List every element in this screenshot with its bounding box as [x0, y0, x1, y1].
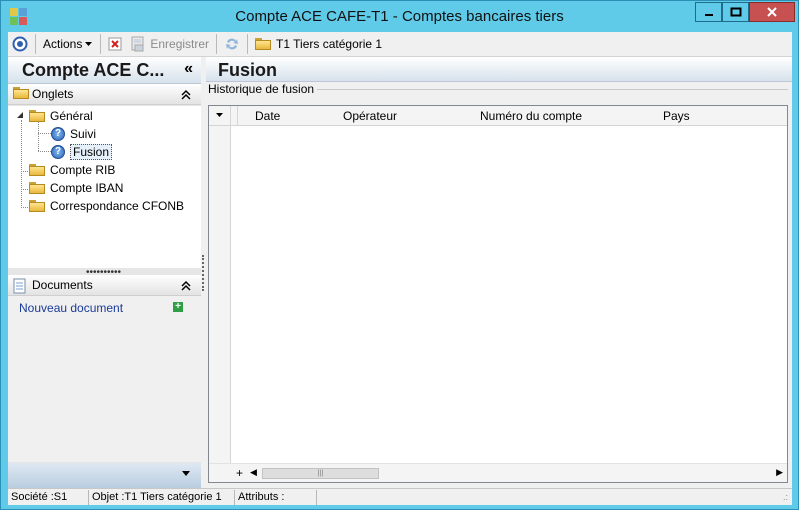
column-header-numero-compte[interactable]: Numéro du compte	[480, 109, 582, 123]
actions-menu-button[interactable]: Actions	[39, 34, 97, 55]
toolbar-separator	[216, 34, 218, 54]
refresh-button[interactable]	[220, 34, 244, 55]
chevron-down-icon[interactable]	[181, 470, 191, 478]
toolbar-separator	[247, 34, 249, 54]
status-object: Objet :T1 Tiers catégorie 1	[89, 489, 235, 505]
column-header-operateur[interactable]: Opérateur	[343, 109, 397, 123]
app-window: Compte ACE CAFE-T1 - Comptes bancaires t…	[0, 0, 799, 510]
group-divider	[316, 89, 788, 90]
horizontal-scrollbar[interactable]: + ◀ ||| ▶	[209, 463, 787, 482]
save-label: Enregistrer	[150, 37, 210, 51]
folder-icon	[29, 163, 45, 176]
tree-item-label: Fusion	[70, 143, 113, 160]
main-panel: Fusion Historique de fusion Date Opérate…	[206, 57, 792, 488]
tree-item-label: Compte IBAN	[50, 180, 124, 195]
help-icon: ?	[51, 126, 65, 141]
delete-button[interactable]	[104, 34, 126, 55]
save-icon	[131, 36, 144, 52]
maximize-button[interactable]	[722, 2, 749, 22]
documents-area: Nouveau document +	[8, 296, 201, 462]
document-icon	[13, 278, 26, 294]
column-header-pays[interactable]: Pays	[663, 109, 690, 123]
refresh-icon	[226, 38, 239, 50]
add-document-icon[interactable]: +	[173, 302, 183, 312]
documents-section-label: Documents	[32, 278, 93, 292]
tree-item-suivi[interactable]: ? Suivi	[51, 125, 96, 142]
status-bar: Société :S1 Objet :T1 Tiers catégorie 1 …	[8, 488, 792, 505]
left-panel-footer	[8, 463, 201, 488]
status-company: Société :S1	[8, 489, 89, 505]
chevron-up-icon	[181, 280, 191, 291]
scroll-right-icon[interactable]: ▶	[776, 467, 783, 478]
save-button[interactable]: Enregistrer	[126, 34, 213, 55]
tree-item-label: Compte RIB	[50, 162, 116, 177]
resize-grip-icon[interactable]: .:	[783, 492, 788, 502]
grid-header: Date Opérateur Numéro du compte Pays	[209, 106, 787, 126]
tabs-section-header[interactable]: Onglets	[8, 84, 201, 105]
minimize-icon	[704, 14, 713, 16]
delete-icon	[108, 37, 122, 51]
tree-item-general[interactable]: Général	[29, 107, 93, 124]
main-panel-header: Fusion	[206, 57, 792, 82]
chevron-up-icon	[181, 89, 191, 100]
close-button[interactable]	[749, 2, 795, 22]
row-selector-header	[231, 106, 238, 126]
tree-item-label: Suivi	[70, 126, 97, 141]
left-panel-header: Compte ACE C... «	[8, 57, 201, 84]
title-bar: Compte ACE CAFE-T1 - Comptes bancaires t…	[1, 1, 798, 32]
scroll-left-icon[interactable]: ◀	[250, 467, 257, 478]
close-icon	[767, 7, 777, 17]
toolbar-separator	[35, 34, 36, 54]
history-grid: Date Opérateur Numéro du compte Pays + ◀…	[208, 105, 788, 483]
documents-section-header[interactable]: Documents	[8, 275, 201, 296]
group-label: Historique de fusion	[208, 82, 318, 96]
add-row-icon[interactable]: +	[236, 466, 243, 480]
folder-icon	[29, 181, 45, 194]
tree-item-label: Général	[50, 108, 93, 123]
client-area: Compte ACE C... « Onglets Général ? Suiv…	[8, 57, 792, 488]
dropdown-arrow-icon	[85, 42, 93, 46]
category-label: T1 Tiers catégorie 1	[276, 37, 383, 51]
minimize-button[interactable]	[695, 2, 722, 22]
window-title: Compte ACE CAFE-T1 - Comptes bancaires t…	[235, 8, 564, 25]
expand-toggle-icon[interactable]	[16, 111, 24, 119]
tree-item-compte-rib[interactable]: Compte RIB	[29, 161, 115, 178]
new-document-link[interactable]: Nouveau document	[19, 301, 123, 315]
scroll-track[interactable]: |||	[262, 468, 774, 479]
page-title: Fusion	[218, 60, 277, 80]
status-attributes: Attributs :	[235, 489, 317, 505]
dropdown-arrow-icon	[216, 113, 223, 117]
folder-icon	[29, 199, 45, 212]
tabs-section-label: Onglets	[32, 87, 74, 101]
toolbar-separator	[100, 34, 102, 54]
tree-item-label: Correspondance CFONB	[50, 198, 185, 213]
navigation-button[interactable]	[8, 34, 32, 55]
left-panel-title: Compte ACE C...	[22, 60, 165, 80]
collapse-panel-button[interactable]: «	[184, 60, 193, 78]
grid-row-gutter	[209, 126, 231, 463]
tree-item-fusion[interactable]: ? Fusion	[51, 143, 113, 160]
folder-icon	[255, 38, 272, 50]
grid-menu-button[interactable]	[209, 106, 231, 126]
tabs-tree: Général ? Suivi ? Fusion Compte RIB Comp…	[8, 106, 201, 268]
category-button[interactable]: T1 Tiers catégorie 1	[251, 34, 386, 55]
tree-item-correspondance-cfonb[interactable]: Correspondance CFONB	[29, 197, 184, 214]
tree-item-compte-iban[interactable]: Compte IBAN	[29, 179, 123, 196]
actions-label: Actions	[43, 37, 83, 51]
folder-icon	[29, 109, 45, 122]
scroll-thumb[interactable]: |||	[262, 468, 379, 479]
left-panel: Compte ACE C... « Onglets Général ? Suiv…	[8, 57, 201, 488]
column-header-date[interactable]: Date	[255, 109, 280, 123]
toolbar: Actions Enregistrer T1 Tiers catégorie 1	[8, 32, 792, 57]
target-icon	[12, 36, 28, 52]
folder-icon	[13, 87, 29, 99]
maximize-icon	[730, 7, 741, 17]
help-icon: ?	[51, 144, 65, 159]
